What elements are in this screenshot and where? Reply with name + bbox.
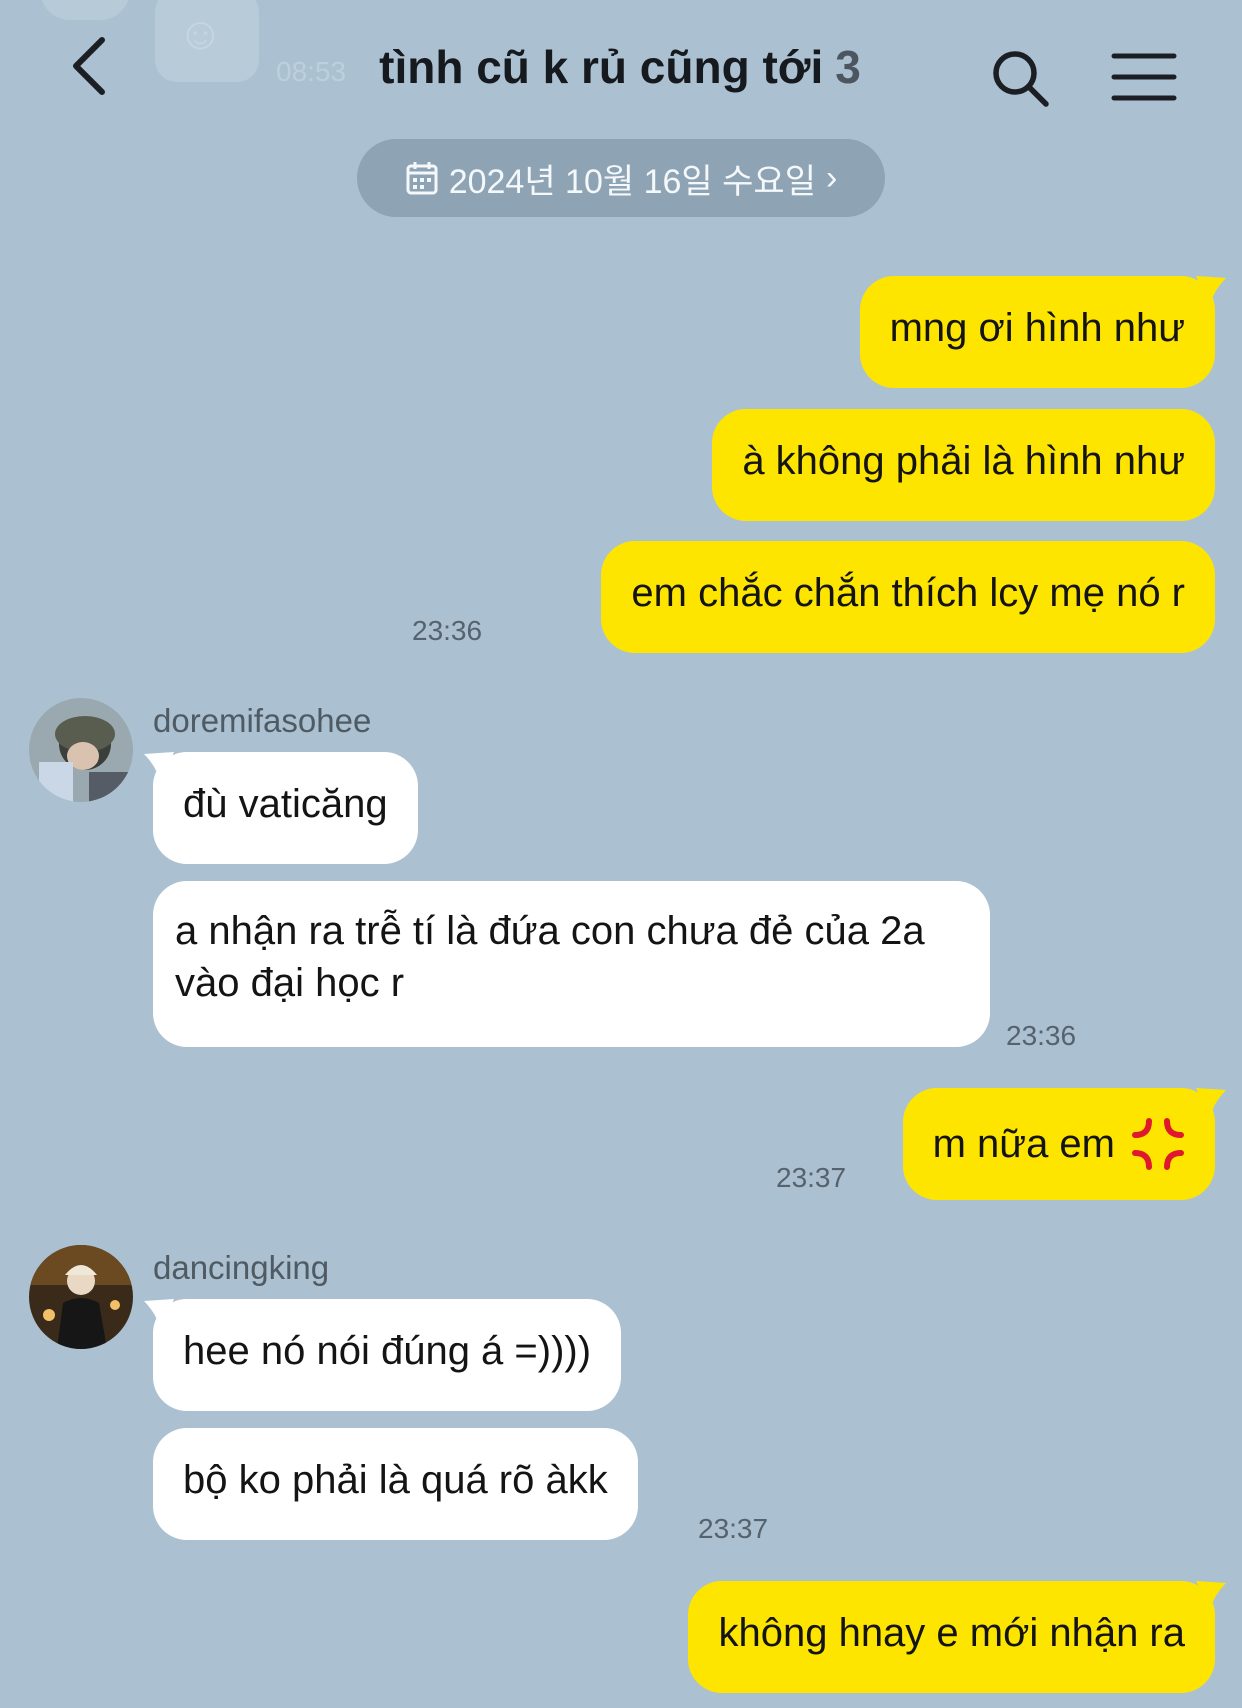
search-icon	[993, 51, 1049, 107]
message-text: m nữa em	[932, 1122, 1115, 1166]
sender-name: dancingking	[153, 1249, 330, 1286]
calendar-icon	[406, 162, 438, 195]
avatar-dancingking[interactable]	[29, 1245, 133, 1349]
message-timestamp: 23:36	[412, 615, 483, 646]
anger-emoji-icon	[1132, 1118, 1184, 1170]
menu-button[interactable]	[1110, 50, 1178, 104]
avatar-photo-icon	[29, 698, 133, 802]
ghost-sticker-face-icon: ☺	[177, 7, 224, 59]
date-label: 2024년 10월 16일 수요일	[448, 162, 816, 201]
my-message-bubble[interactable]: à không phải là hình như	[712, 409, 1215, 521]
back-button[interactable]	[60, 34, 120, 98]
ghost-sticker: ☺	[155, 0, 259, 82]
message-text: bộ ko phải là quá rõ àkk	[183, 1458, 608, 1502]
avatar-doremifasohee[interactable]	[29, 698, 133, 802]
my-message-bubble[interactable]: em chắc chắn thích lcy mẹ nó r	[601, 541, 1215, 653]
chevron-right-icon: ›	[825, 158, 838, 197]
my-message-bubble[interactable]: không hnay e mới nhận ra	[688, 1581, 1215, 1693]
message-text: em chắc chắn thích lcy mẹ nó r	[631, 571, 1185, 615]
search-button[interactable]	[988, 46, 1054, 112]
their-message-bubble[interactable]: hee nó nói đúng á =))))	[153, 1299, 622, 1411]
their-message-bubble[interactable]: a nhận ra trễ tí là đứa con chưa đẻ của …	[153, 881, 990, 1047]
back-arrow-icon	[73, 37, 105, 95]
bubble-tail	[144, 752, 174, 782]
message-text: mng ơi hình như	[889, 306, 1185, 350]
ghost-avatar	[40, 0, 130, 20]
avatar-photo-icon	[29, 1245, 133, 1349]
message-text: à không phải là hình như	[742, 439, 1185, 483]
message-timestamp: 23:36	[1006, 1020, 1077, 1051]
bubble-tail	[1196, 1088, 1226, 1118]
chat-title: tình cũ k rủ cũng tới 3	[300, 40, 940, 94]
message-text: đù vaticăng	[183, 782, 388, 826]
sender-name: doremifasohee	[153, 702, 372, 739]
message-text: hee nó nói đúng á =))))	[183, 1329, 592, 1373]
member-count: 3	[835, 41, 861, 93]
my-message-bubble[interactable]: mng ơi hình như	[859, 276, 1215, 388]
message-text: a nhận ra trễ tí là đứa con chưa đẻ của …	[175, 909, 925, 1005]
message-timestamp: 23:37	[776, 1162, 847, 1193]
message-text: không hnay e mới nhận ra	[718, 1611, 1185, 1655]
their-message-bubble[interactable]: bộ ko phải là quá rõ àkk	[153, 1428, 638, 1540]
chat-title-text: tình cũ k rủ cũng tới	[379, 41, 824, 93]
date-chip[interactable]: 2024년 10월 16일 수요일 ›	[357, 139, 885, 217]
bubble-tail	[1196, 1581, 1226, 1611]
menu-icon	[1111, 53, 1177, 101]
message-timestamp: 23:37	[698, 1513, 769, 1544]
my-message-bubble[interactable]: m nữa em	[902, 1088, 1215, 1200]
bubble-tail	[1196, 276, 1226, 306]
their-message-bubble[interactable]: đù vaticăng	[153, 752, 418, 864]
bubble-tail	[144, 1299, 174, 1329]
